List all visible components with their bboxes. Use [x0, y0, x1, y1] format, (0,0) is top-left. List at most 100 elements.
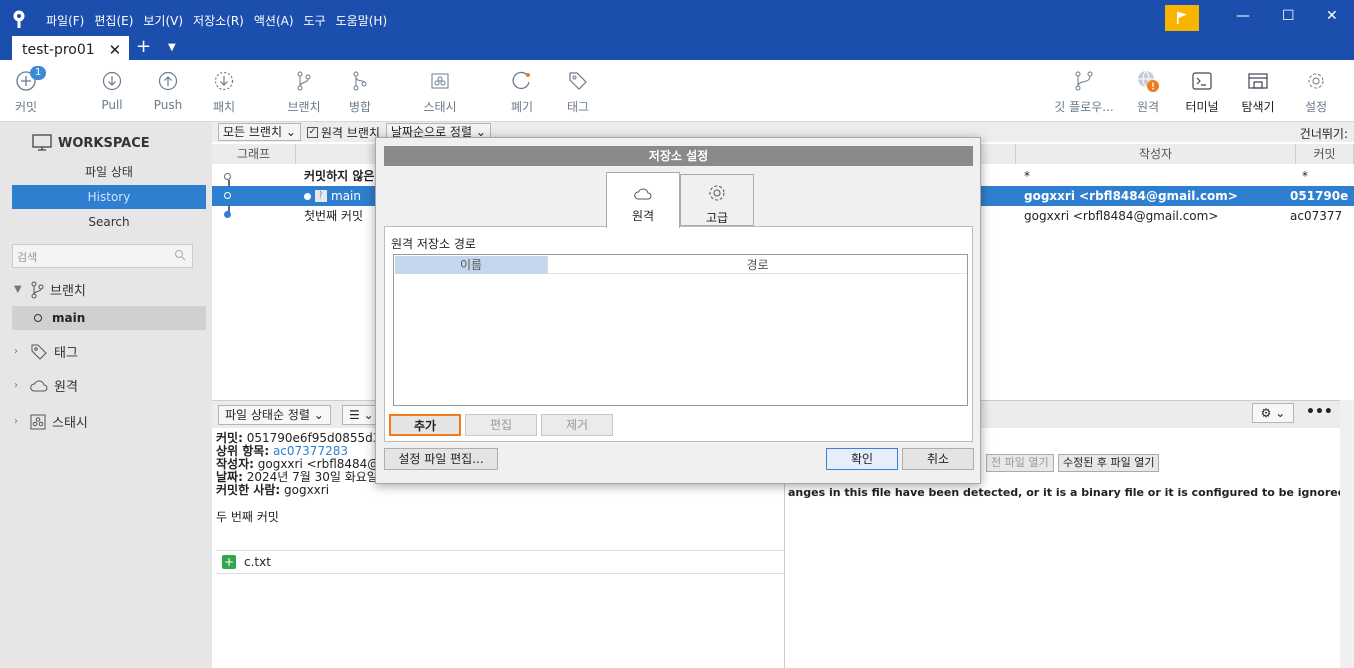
diff-options-gear-dropdown[interactable]: ⚙ ⌄: [1252, 403, 1294, 423]
column-name[interactable]: 이름: [395, 256, 547, 274]
tab-advanced-label: 고급: [705, 211, 729, 225]
date-label: 날짜:: [216, 470, 243, 484]
pull-label: Pull: [101, 98, 123, 112]
branch-name: main: [331, 189, 361, 203]
settings-label: 설정: [1304, 100, 1328, 114]
push-button[interactable]: Push: [136, 68, 200, 112]
ok-button[interactable]: 확인: [826, 448, 898, 470]
fetch-icon: [214, 71, 234, 91]
sidebar: WORKSPACE 파일 상태 History Search 검색 ▼ 브랜치 …: [0, 122, 212, 668]
new-tab-icon[interactable]: +: [136, 36, 151, 57]
open-after-file-button[interactable]: 수정된 후 파일 열기: [1058, 454, 1160, 472]
diff-scrollbar[interactable]: [1340, 400, 1354, 668]
changed-file-row[interactable]: + c.txt: [216, 550, 784, 574]
discard-button[interactable]: 폐기: [490, 68, 554, 115]
skip-label: 건너뛰기:: [1299, 127, 1348, 141]
git-flow-button[interactable]: 깃 플로우...: [1052, 68, 1116, 115]
explorer-label: 탐색기: [1241, 100, 1275, 114]
branches-section[interactable]: ▼ 브랜치: [14, 280, 86, 299]
gear-icon: [1308, 73, 1324, 89]
merge-label: 병합: [348, 100, 372, 114]
cancel-button[interactable]: 취소: [902, 448, 974, 470]
branch-filter-dropdown[interactable]: 모든 브랜치 ⌄: [218, 123, 301, 141]
cloud-icon: [634, 188, 652, 200]
commit-node-icon: [224, 173, 231, 180]
chevron-right-icon: ›: [14, 380, 18, 391]
terminal-button[interactable]: 터미널: [1170, 68, 1234, 115]
column-graph[interactable]: 그래프: [212, 144, 296, 164]
current-branch-dot-icon: [34, 314, 42, 322]
tab-remote[interactable]: 원격: [606, 172, 680, 228]
file-sort-dropdown[interactable]: 파일 상태순 정렬 ⌄: [218, 405, 331, 425]
gear-icon: [709, 185, 725, 201]
commit-hash: 051790e: [1290, 189, 1349, 203]
branch-tag-icon: ᚹ: [315, 190, 327, 202]
maximize-button[interactable]: ☐: [1282, 8, 1295, 24]
tag-label: 태그: [566, 100, 590, 114]
dialog-title: 저장소 설정: [384, 146, 973, 166]
menu-file[interactable]: 파일(F): [46, 12, 84, 29]
edit-config-file-button[interactable]: 설정 파일 편집...: [384, 448, 498, 470]
edit-remote-button[interactable]: 편집: [465, 414, 537, 436]
tab-close-icon[interactable]: ✕: [109, 41, 122, 59]
repo-tab[interactable]: test-pro01 ✕: [12, 36, 130, 60]
git-flow-icon: [1075, 71, 1093, 91]
minimize-button[interactable]: —: [1236, 8, 1250, 24]
sidebar-search-input[interactable]: 검색: [12, 244, 193, 268]
author-label: 작성자:: [216, 457, 254, 471]
menu-edit[interactable]: 편집(E): [94, 12, 133, 29]
tag-button[interactable]: 태그: [546, 68, 610, 115]
tags-section[interactable]: › 태그: [14, 342, 78, 361]
tab-advanced[interactable]: 고급: [680, 174, 754, 226]
notification-flag-icon[interactable]: [1165, 5, 1199, 31]
commit-button[interactable]: 1 커밋: [0, 66, 58, 115]
column-author[interactable]: 작성자: [1016, 144, 1296, 164]
date-value: 2024년 7월 30일 화요일: [242, 470, 378, 484]
binary-file-message: anges in this file have been detected, o…: [788, 486, 1354, 499]
chevron-right-icon: ›: [14, 416, 18, 427]
menu-tools[interactable]: 도구: [304, 12, 326, 29]
stash-box-icon: [431, 73, 449, 89]
author-value: gogxxri <rbfl8484@g: [253, 457, 387, 471]
remote-globe-icon: [1138, 70, 1159, 92]
push-label: Push: [153, 98, 183, 112]
merge-icon: [353, 71, 367, 91]
commit-hash: *: [1302, 169, 1308, 183]
sidebar-branch-main[interactable]: main: [12, 306, 206, 330]
branch-button[interactable]: 브랜치: [272, 68, 336, 115]
settings-button[interactable]: 설정: [1284, 68, 1348, 115]
commit-details: 커밋: 051790e6f95d0855d3 상위 항목: ac07377283…: [216, 432, 387, 524]
push-arrow-icon: [158, 71, 178, 91]
branch-label: 브랜치: [287, 100, 321, 114]
head-dot-icon: [304, 192, 311, 200]
committer-value: gogxxri: [280, 483, 330, 497]
fetch-button[interactable]: 패치: [192, 68, 256, 115]
stash-button[interactable]: 스태시: [408, 68, 472, 115]
explorer-button[interactable]: 탐색기: [1226, 68, 1290, 115]
add-remote-button[interactable]: 추가: [389, 414, 461, 436]
tab-remote-label: 원격: [631, 209, 655, 223]
remotes-section[interactable]: › 원격: [14, 376, 78, 395]
stashes-section[interactable]: › 스태시: [14, 412, 88, 431]
branch-label-badge: ᚹ main: [304, 186, 361, 206]
remotes-table[interactable]: 이름 경로: [393, 254, 968, 406]
close-window-button[interactable]: ✕: [1326, 8, 1338, 24]
remote-branches-checkbox[interactable]: ✓ 원격 브랜치: [306, 124, 380, 141]
menu-repository[interactable]: 저장소(R): [193, 12, 244, 29]
open-before-file-button[interactable]: 전 파일 열기: [986, 454, 1054, 472]
merge-button[interactable]: 병합: [328, 68, 392, 115]
parent-link[interactable]: ac07377283: [269, 444, 348, 458]
sidebar-item-history[interactable]: History: [12, 185, 206, 209]
remote-settings-panel: 원격 저장소 경로 이름 경로 추가 편집 제거: [384, 226, 973, 442]
pull-button[interactable]: Pull: [80, 68, 144, 112]
menu-actions[interactable]: 액션(A): [254, 12, 294, 29]
column-commit[interactable]: 커밋: [1296, 144, 1354, 164]
more-options-icon[interactable]: •••: [1306, 404, 1333, 420]
sidebar-item-file-status[interactable]: 파일 상태: [12, 160, 206, 184]
column-path[interactable]: 경로: [547, 256, 967, 274]
menu-help[interactable]: 도움말(H): [336, 12, 388, 29]
remove-remote-button[interactable]: 제거: [541, 414, 613, 436]
tab-list-chevron-icon[interactable]: ▼: [168, 42, 176, 53]
menu-view[interactable]: 보기(V): [143, 12, 183, 29]
sidebar-item-search[interactable]: Search: [12, 210, 206, 234]
